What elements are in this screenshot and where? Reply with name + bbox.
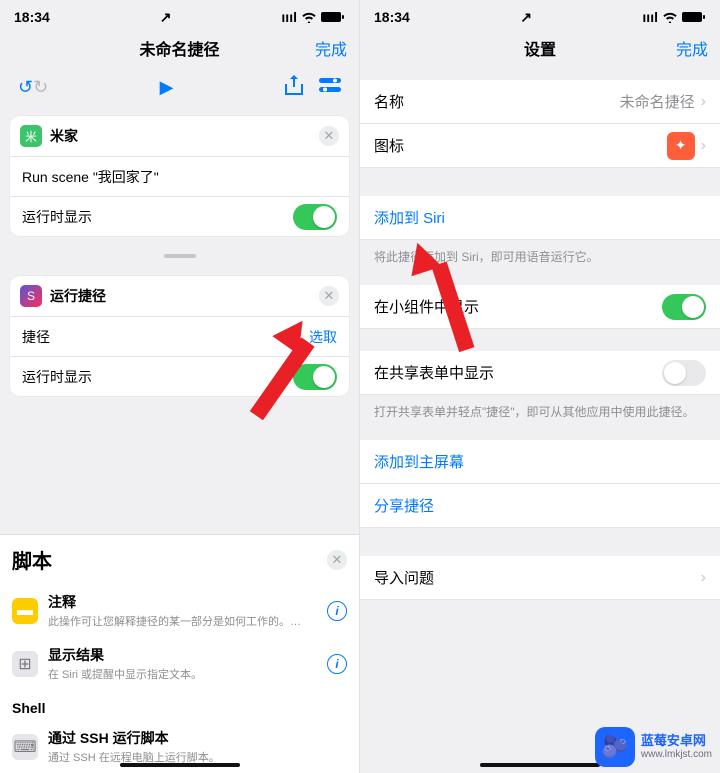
watermark-name: 蓝莓安卓网 [641, 733, 712, 749]
mijia-icon: 米 [20, 125, 42, 147]
item-subtitle: 此操作可让您解释捷径的某一部分是如何工作的。… [48, 613, 317, 629]
done-button[interactable]: 完成 [676, 36, 708, 60]
icon-row[interactable]: 图标 ✦ › [360, 124, 720, 168]
ssh-icon: ⌨ [12, 734, 38, 760]
close-icon[interactable]: ✕ [327, 550, 347, 570]
navbar: 未命名捷径 完成 [0, 28, 359, 68]
shortcut-label: 捷径 [22, 327, 309, 347]
import-row[interactable]: 导入问题 › [360, 556, 720, 600]
signal-icon: ıııl [281, 9, 297, 25]
home-indicator[interactable] [120, 763, 240, 767]
status-loc-icon: ↗ [160, 9, 172, 26]
card-head: S 运行捷径 ✕ [10, 276, 349, 316]
show-toggle-row: 运行时显示 [10, 196, 349, 236]
chevron-right-icon: › [701, 93, 706, 111]
status-bar: 18:34 ↗ ıııl [0, 0, 359, 28]
navbar: 设置 完成 [360, 28, 720, 68]
wifi-icon [662, 11, 678, 23]
siri-label: 添加到 Siri [374, 207, 706, 228]
chevron-right-icon: › [701, 569, 706, 587]
item-title: 通过 SSH 运行脚本 [48, 728, 347, 748]
page-title: 设置 [524, 36, 556, 60]
item-title: 显示结果 [48, 645, 317, 665]
status-time: 18:34 [14, 9, 50, 25]
card-app-name: 米家 [50, 126, 311, 146]
status-right: ıııl [642, 9, 706, 25]
status-bar: 18:34 ↗ ıııl [360, 0, 720, 28]
share-label: 在共享表单中显示 [374, 362, 662, 383]
action-card-mijia: 米 米家 ✕ Run scene "我回家了" 运行时显示 [10, 116, 349, 236]
redo-icon: ↻ [33, 77, 48, 98]
chevron-right-icon: › [701, 137, 706, 155]
widget-row: 在小组件中显示 [360, 285, 720, 329]
home-label: 添加到主屏幕 [374, 451, 706, 472]
battery-icon [682, 11, 706, 23]
toggle-switch[interactable] [662, 294, 706, 320]
action-row: Run scene "我回家了" [10, 156, 349, 196]
expand-handle[interactable] [0, 236, 359, 276]
share-shortcut-button[interactable]: 分享捷径 [360, 484, 720, 528]
wifi-icon [301, 11, 317, 23]
settings-list: 名称 未命名捷径 › 图标 ✦ › [360, 80, 720, 168]
toggle-switch[interactable] [662, 360, 706, 386]
shortcut-color-icon: ✦ [667, 132, 695, 160]
scripts-section: 脚本 ✕ ▬ 注释 此操作可让您解释捷径的某一部分是如何工作的。… i ⊞ 显示… [0, 534, 359, 773]
info-icon[interactable]: i [327, 654, 347, 674]
home-indicator[interactable] [480, 763, 600, 767]
show-label: 运行时显示 [22, 367, 293, 387]
phone-left: 18:34 ↗ ıııl 未命名捷径 完成 ↺ ↻ ▶ 米 米家 ✕ Run s… [0, 0, 360, 773]
settings-icon[interactable] [319, 77, 341, 98]
comment-icon: ▬ [12, 598, 38, 624]
watermark-logo-icon: 🫐 [595, 727, 635, 767]
action-label: Run scene "我回家了" [22, 167, 337, 187]
status-time: 18:34 [374, 9, 410, 25]
toggle-switch[interactable] [293, 204, 337, 230]
section-title: 脚本 [12, 545, 327, 574]
section-head: 脚本 ✕ [0, 535, 359, 584]
watermark-url: www.lmkjst.com [641, 749, 712, 761]
widget-label: 在小组件中显示 [374, 296, 662, 317]
import-label: 导入问题 [374, 567, 695, 588]
done-button[interactable]: 完成 [315, 36, 347, 60]
watermark: 🫐 蓝莓安卓网 www.lmkjst.com [595, 727, 712, 767]
list-item[interactable]: ▬ 注释 此操作可让您解释捷径的某一部分是如何工作的。… i [0, 584, 359, 637]
item-subtitle: 在 Siri 或提醒中显示指定文本。 [48, 666, 317, 682]
play-icon[interactable]: ▶ [160, 77, 174, 98]
card-app-name: 运行捷径 [50, 286, 311, 306]
name-label: 名称 [374, 91, 620, 112]
signal-icon: ıııl [642, 9, 658, 25]
share-shortcut-label: 分享捷径 [374, 495, 706, 516]
undo-icon[interactable]: ↺ [18, 77, 33, 98]
battery-icon [321, 11, 345, 23]
shortcuts-icon: S [20, 285, 42, 307]
share-sheet-row: 在共享表单中显示 [360, 351, 720, 395]
name-value: 未命名捷径 [620, 91, 695, 112]
close-icon[interactable]: ✕ [319, 126, 339, 146]
close-icon[interactable]: ✕ [319, 286, 339, 306]
list-item[interactable]: ⊞ 显示结果 在 Siri 或提醒中显示指定文本。 i [0, 637, 359, 690]
show-label: 运行时显示 [22, 207, 293, 227]
info-icon[interactable]: i [327, 601, 347, 621]
toolbar: ↺ ↻ ▶ [0, 68, 359, 106]
status-loc-icon: ↗ [520, 9, 532, 26]
subsection-title: Shell [0, 690, 359, 720]
status-right: ıııl [281, 9, 345, 25]
phone-right: 18:34 ↗ ıııl 设置 完成 名称 未命名捷径 › 图标 ✦ › 添加到… [360, 0, 720, 773]
share-icon[interactable] [285, 75, 303, 100]
card-head: 米 米家 ✕ [10, 116, 349, 156]
item-title: 注释 [48, 592, 317, 612]
icon-label: 图标 [374, 135, 667, 156]
result-icon: ⊞ [12, 651, 38, 677]
page-title: 未命名捷径 [139, 36, 219, 60]
name-row[interactable]: 名称 未命名捷径 › [360, 80, 720, 124]
share-hint: 打开共享表单并轻点"捷径"，即可从其他应用中使用此捷径。 [360, 395, 720, 440]
add-to-home-button[interactable]: 添加到主屏幕 [360, 440, 720, 484]
add-to-siri-button[interactable]: 添加到 Siri [360, 196, 720, 240]
